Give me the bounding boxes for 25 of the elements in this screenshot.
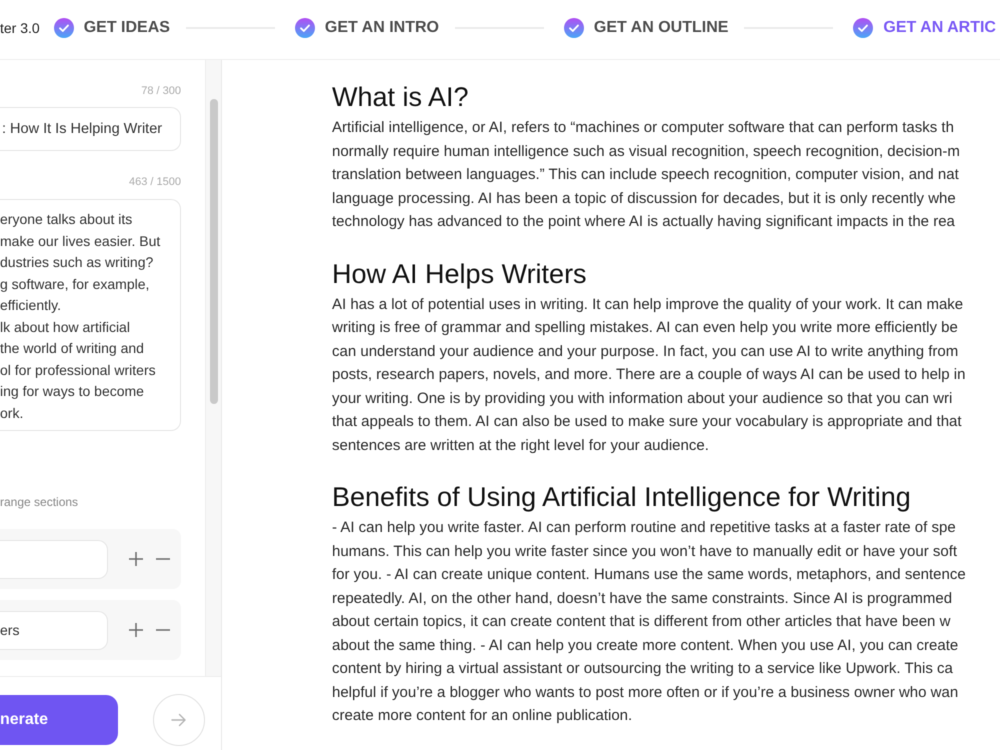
plus-icon[interactable] — [128, 551, 144, 567]
minus-icon[interactable] — [155, 558, 171, 560]
paragraph: AI has a lot of potential uses in writing. It can help improve the quality of your work. It can make writing is free of grammar and spelling mistakes. AI can even help you write more efficiently be can understand your audience and your purpose. In fact, you can use AI to write anything from posts, research papers, novels, and more. There are a couple of ways AI can be used to help in your writing. One is by providing you with information about your audience so that you can wri that appeals to them. AI can also be used to make sure your vocabulary is appropriate and that sentences are written at the right level for your audience. — [332, 294, 966, 456]
step-tab[interactable]: GET IDEAS — [54, 18, 170, 38]
step-tab[interactable]: GET AN INTRO — [294, 18, 439, 38]
app-name: ter 3.0 — [0, 20, 40, 36]
minus-icon[interactable] — [155, 629, 171, 631]
paragraph: - AI can help you write faster. AI can perform routine and repetitive tasks at a faster rate of spe humans. This can help you write faster since you won’t have to manually edit or have your soft for you. - AI can create unique content. Humans use the same words, metaphors, and sentence repeatedly. AI, on the other hand, doesn’t have the same constraints. Since AI is programmed about certain topics, it can create content that is different from other articles that have been w about the same thing. - AI can help you create more content. When you use AI, you can create content by hiring a virtual assistant or outsourcing the writing to a service like Upwork. This ca helpful if you’re a blogger who wants to post more often or if you’re a business owner who wan create more content for an online publication. — [332, 518, 967, 726]
character-counter: 78 / 300 — [140, 84, 181, 98]
section-heading: Benefits of Using Artificial Intelligence for Writing — [332, 481, 912, 513]
intro-textarea[interactable]: eryone talks about its make our lives easier. But dustries such as writing? g software, for example, efficiently. lk about how artificial the world of writing and ol for professional writers ing for ways to become ork. — [0, 199, 181, 431]
section-heading: What is AI? — [332, 81, 470, 113]
title-input[interactable]: : How It Is Helping Writer — [0, 107, 181, 151]
generate-button[interactable]: nerate — [0, 694, 118, 744]
sections-hint: range sections — [0, 495, 80, 509]
step-tab[interactable]: GET AN ARTIC — [853, 18, 996, 38]
section-heading: How AI Helps Writers — [332, 258, 588, 290]
step-tab[interactable]: GET AN OUTLINE — [564, 18, 728, 38]
character-counter: 463 / 1500 — [128, 175, 181, 189]
section-input[interactable]: ers — [0, 610, 108, 650]
scrollbar-thumb[interactable] — [210, 99, 218, 404]
arrow-right-icon — [171, 712, 187, 726]
plus-icon[interactable] — [128, 622, 144, 638]
paragraph: Artificial intelligence, or AI, refers to “machines or computer software that can perform tasks th normally require human intelligence such as visual recognition, speech recognition, decision-m translation between languages.” This can include speech recognition, computer vision, and nat language processing. AI has been a topic of discussion for decades, but it is only recently whe technology has advanced to the point where AI is actually having significant impacts in the rea — [332, 118, 961, 232]
section-input[interactable] — [0, 540, 108, 578]
